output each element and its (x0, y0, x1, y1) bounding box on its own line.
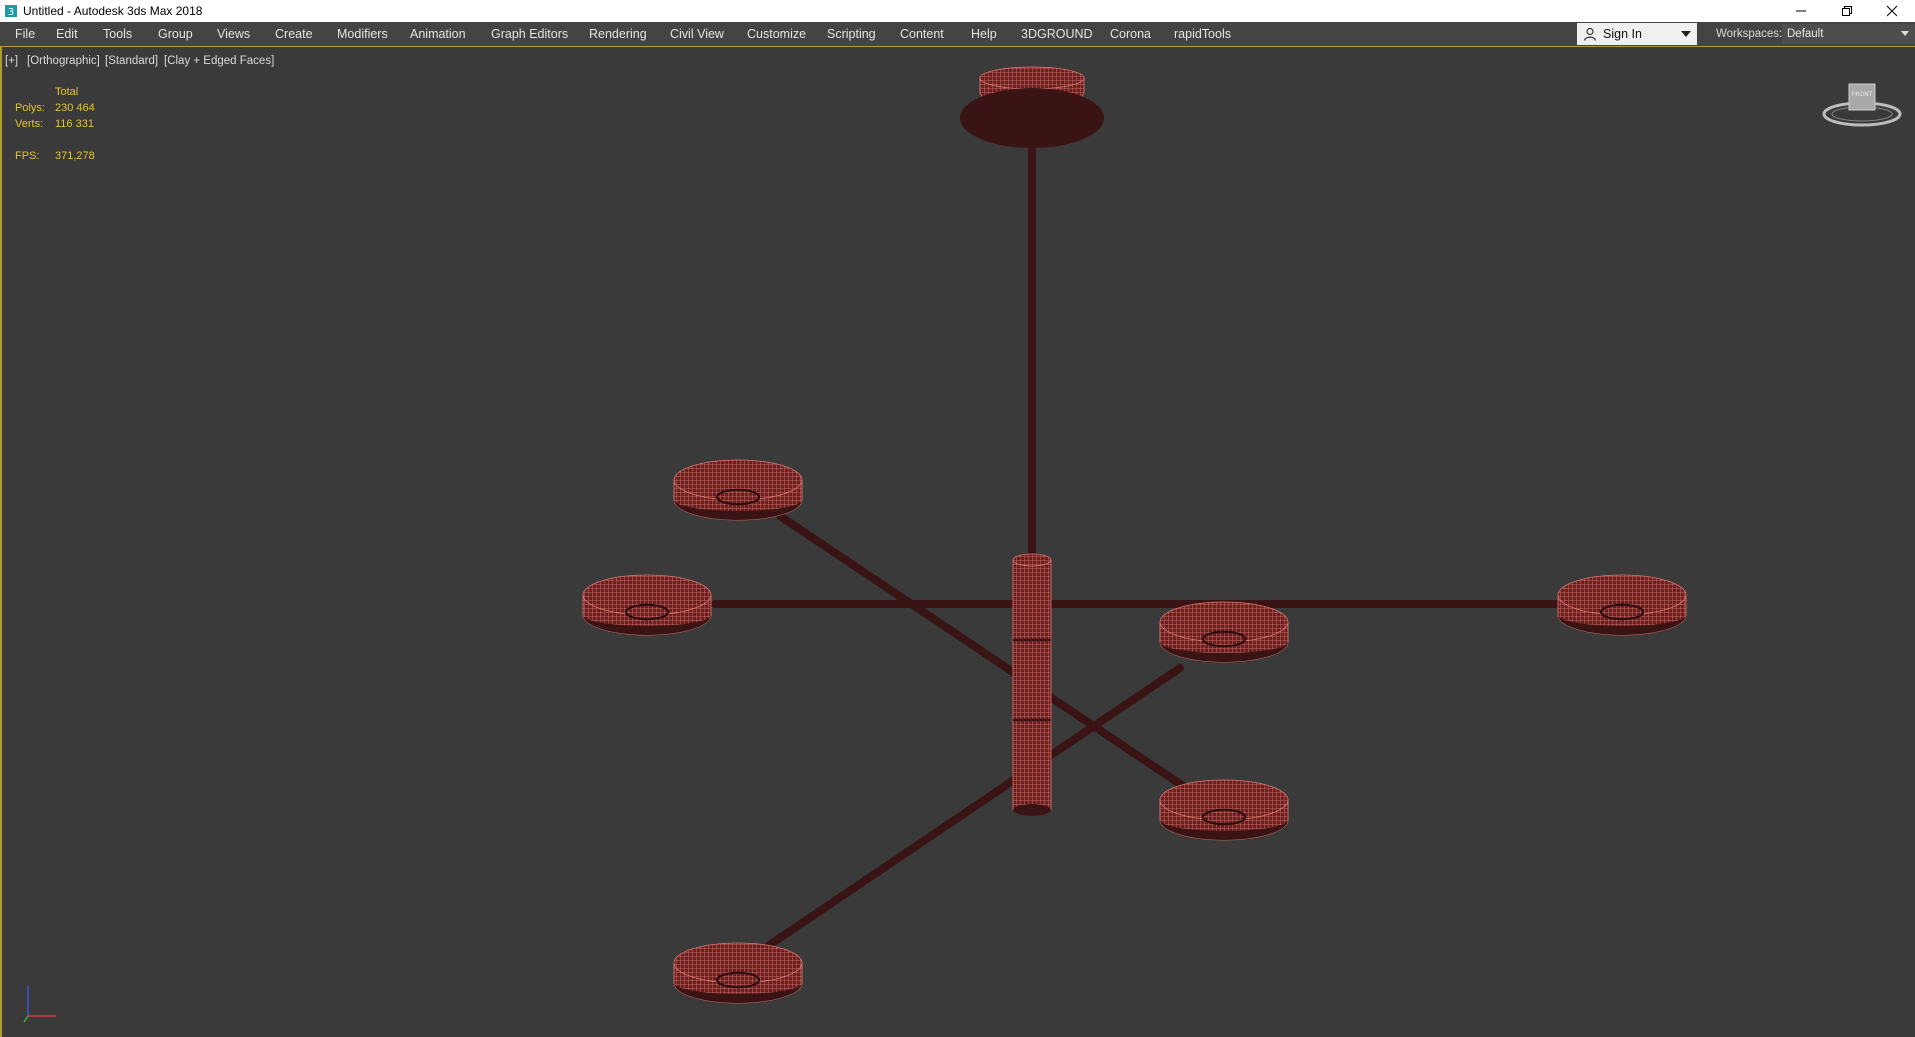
central-hub[interactable] (1012, 553, 1052, 816)
ring-shade-left[interactable] (582, 574, 712, 636)
ring-shade-center-right[interactable] (1159, 601, 1289, 663)
chandelier-model[interactable] (0, 0, 1915, 1037)
axis-tripod-icon (23, 986, 56, 1023)
diagonal-arm-1[interactable] (776, 512, 1199, 798)
ring-shade-right[interactable] (1557, 574, 1687, 636)
ceiling-canopy[interactable] (960, 66, 1104, 148)
viewcube-face-label[interactable]: FRONT (1852, 91, 1873, 98)
ring-shade-bottom[interactable] (673, 942, 803, 1004)
ring-shade-lower-right[interactable] (1159, 779, 1289, 841)
diagonal-arm-2[interactable] (764, 664, 1184, 950)
ring-shade-upper-left[interactable] (673, 459, 803, 521)
viewcube[interactable]: FRONT (1820, 80, 1904, 132)
